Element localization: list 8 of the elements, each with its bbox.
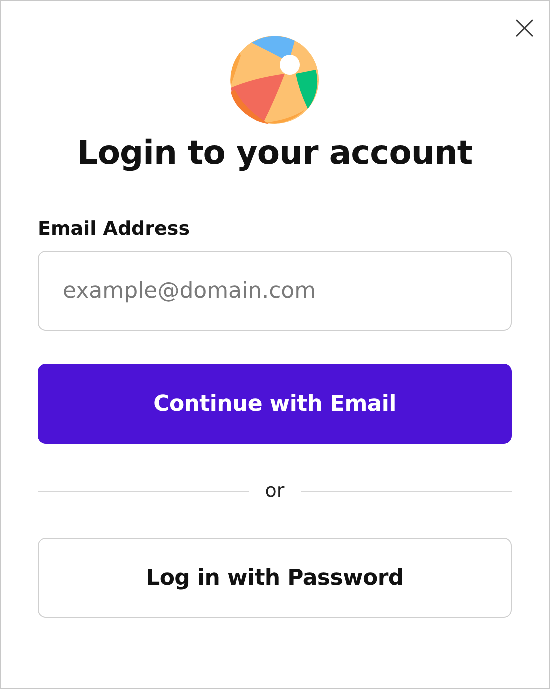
dialog-title: Login to your account bbox=[76, 133, 474, 172]
beach-ball-icon bbox=[230, 35, 320, 125]
password-login-button[interactable]: Log in with Password bbox=[38, 538, 512, 618]
separator-text: or bbox=[264, 480, 286, 502]
continue-button[interactable]: Continue with Email bbox=[38, 364, 512, 444]
email-field[interactable]: example@domain.com bbox=[38, 251, 512, 331]
field-label: Email Address bbox=[38, 218, 192, 240]
close-button[interactable]: × bbox=[510, 13, 539, 43]
